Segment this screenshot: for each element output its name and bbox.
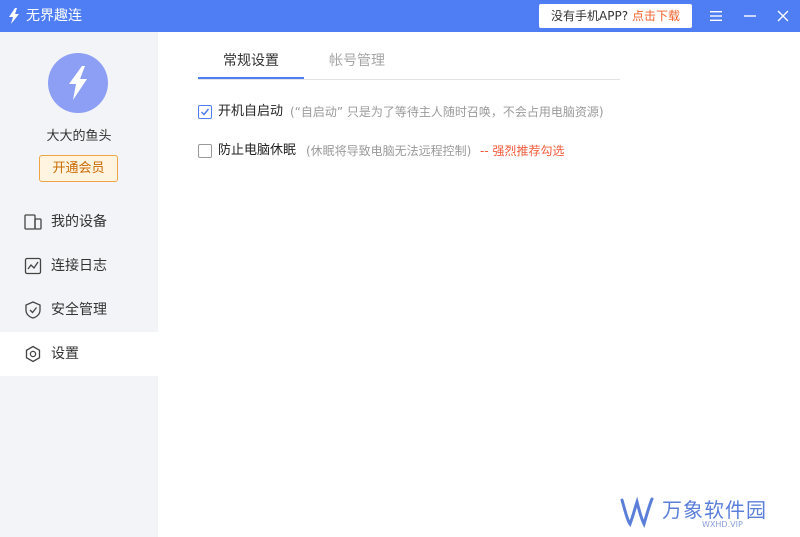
autostart-checkbox[interactable] [198, 105, 212, 119]
title-bar: 无界趣连 没有手机APP? 点击下载 [0, 0, 800, 32]
prevent-sleep-label[interactable]: 防止电脑休眠 [218, 142, 296, 160]
prevent-sleep-option[interactable]: 防止电脑休眠 (休眠将导致电脑无法远程控制) -- 强烈推荐勾选 [198, 142, 598, 160]
hamburger-menu-icon[interactable] [706, 6, 726, 26]
sidebar-item-security[interactable]: 安全管理 [0, 288, 158, 332]
watermark-logo-icon [620, 496, 654, 528]
log-chart-icon [24, 257, 42, 275]
download-prompt: 没有手机APP? [551, 9, 629, 23]
checkmark-icon [200, 108, 210, 116]
watermark-sub: WXHD.VIP [702, 520, 743, 529]
sidebar-item-connection-log[interactable]: 连接日志 [0, 244, 158, 288]
download-app-button[interactable]: 没有手机APP? 点击下载 [539, 4, 692, 28]
autostart-hint: (“自启动” 只是为了等待主人随时召唤，不会占用电脑资源) [290, 105, 604, 119]
minimize-icon[interactable] [740, 6, 760, 26]
autostart-label[interactable]: 开机自启动 [218, 103, 283, 121]
settings-tabs: 常规设置 帐号管理 [198, 44, 620, 80]
sidebar-item-label: 连接日志 [51, 258, 107, 274]
open-vip-button[interactable]: 开通会员 [39, 155, 118, 182]
watermark-text: 万象软件园 [662, 498, 767, 522]
shield-icon [25, 301, 41, 319]
prevent-sleep-checkbox[interactable] [198, 144, 212, 158]
sidebar-item-settings[interactable]: 设置 [0, 332, 158, 376]
sidebar-item-my-devices[interactable]: 我的设备 [0, 200, 158, 244]
prevent-sleep-hint: (休眠将导致电脑无法远程控制) [306, 144, 472, 158]
sidebar-item-label: 设置 [51, 346, 79, 362]
prevent-sleep-recommend: -- 强烈推荐勾选 [480, 144, 565, 158]
download-link[interactable]: 点击下载 [632, 9, 680, 23]
app-logo-icon [9, 8, 19, 24]
close-icon[interactable] [773, 6, 793, 26]
settings-gear-icon [25, 345, 41, 363]
avatar-logo-icon [69, 66, 87, 100]
tab-general-settings[interactable]: 常规设置 [198, 44, 304, 79]
sidebar: 大大的鱼头 开通会员 我的设备 连接日志 安全管理 设置 [0, 32, 158, 537]
sidebar-item-label: 安全管理 [51, 302, 107, 318]
autostart-option[interactable]: 开机自启动 (“自启动” 只是为了等待主人随时召唤，不会占用电脑资源) [198, 103, 638, 121]
sidebar-item-label: 我的设备 [51, 214, 107, 230]
app-title: 无界趣连 [26, 8, 82, 24]
devices-icon [24, 214, 42, 230]
avatar[interactable] [48, 53, 108, 113]
username: 大大的鱼头 [46, 129, 112, 144]
watermark: 万象软件园 WXHD.VIP [620, 493, 790, 531]
tab-account-management[interactable]: 帐号管理 [304, 44, 410, 79]
